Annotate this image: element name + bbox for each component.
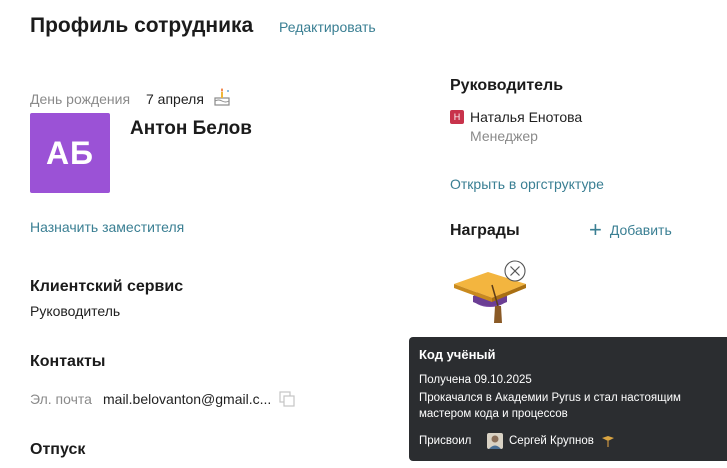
manager-avatar: Н [450, 110, 464, 124]
avatar: АБ [30, 113, 110, 193]
add-award-label: Добавить [609, 222, 672, 238]
orgchart-link[interactable]: Открыть в оргструктуре [450, 176, 604, 192]
tooltip-received-date: Получена 09.10.2025 [419, 374, 532, 386]
department-title: Клиентский сервис [30, 278, 184, 295]
tooltip-assigner-name[interactable]: Сергей Крупнов [509, 435, 594, 447]
tooltip-title: Код учёный [419, 347, 496, 362]
email-value[interactable]: mail.belovanton@gmail.c... [103, 391, 271, 407]
awards-title: Награды [450, 222, 520, 239]
assign-deputy-link[interactable]: Назначить заместителя [30, 219, 184, 235]
manager-name[interactable]: Наталья Енотова [470, 109, 582, 125]
assigner-avatar [487, 433, 503, 449]
department-role: Руководитель [30, 303, 121, 319]
tooltip-assigned-label: Присвоил [419, 435, 472, 447]
page-title: Профиль сотрудника [30, 14, 254, 37]
small-award-icon [602, 436, 614, 447]
birthday-cake-icon [214, 88, 230, 106]
vacation-title: Отпуск [30, 441, 86, 458]
employee-name: Антон Белов [130, 118, 252, 139]
plus-icon: + [589, 217, 602, 242]
email-label: Эл. почта [30, 391, 92, 407]
edit-link[interactable]: Редактировать [279, 19, 376, 35]
contacts-title: Контакты [30, 353, 106, 370]
add-award-button[interactable]: + Добавить [589, 217, 672, 242]
birthday-value: 7 апреля [146, 91, 204, 107]
remove-award-icon[interactable] [504, 260, 526, 282]
manager-title: Руководитель [450, 77, 564, 94]
manager-position: Менеджер [470, 128, 538, 144]
award-tooltip: Код учёный Получена 09.10.2025 Прокачалс… [409, 337, 727, 461]
tooltip-description: Прокачался в Академии Pyrus и стал насто… [419, 392, 681, 420]
birthday-label: День рождения [30, 91, 131, 107]
copy-icon[interactable] [278, 390, 296, 408]
